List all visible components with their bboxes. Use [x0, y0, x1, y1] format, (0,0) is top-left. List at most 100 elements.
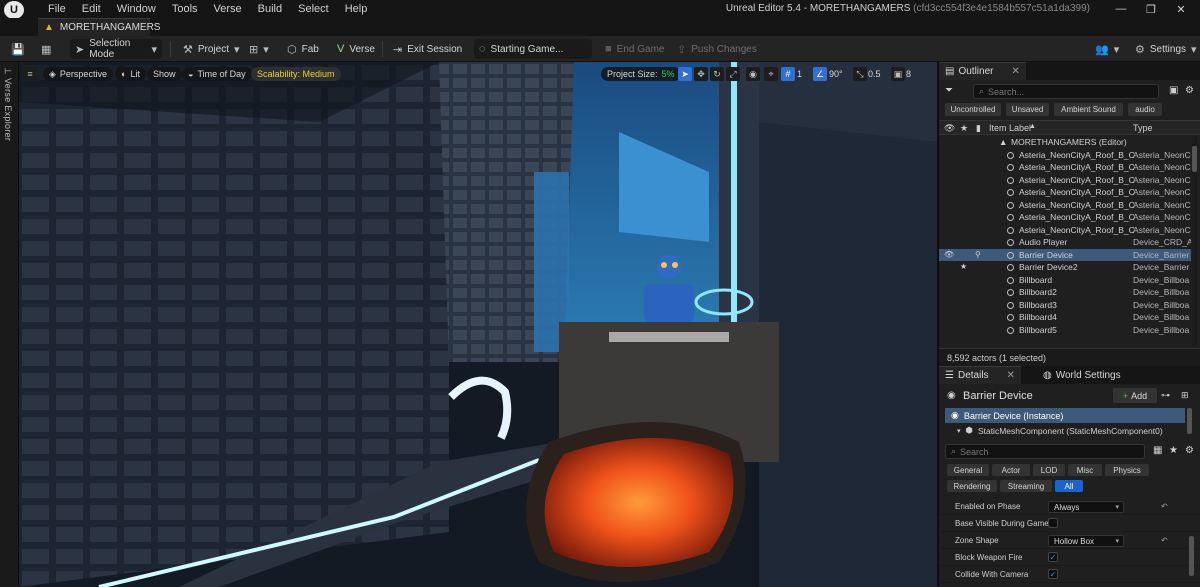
exit-session-button[interactable]: ⇥ Exit Session — [388, 39, 467, 59]
filter-general[interactable]: General — [947, 464, 989, 476]
filter-streaming[interactable]: Streaming — [1000, 480, 1052, 492]
add-content-button[interactable]: ⊞ ▾ — [244, 39, 274, 59]
collide-with-camera-checkbox[interactable]: ✓ — [1048, 569, 1058, 579]
list-item[interactable]: Asteria_NeonCityA_Roof_B_C Asteria_NeonC — [939, 211, 1191, 224]
outliner-search-input[interactable]: ⌕ Search... — [973, 84, 1159, 99]
lock-column-icon[interactable]: ▮ — [976, 123, 981, 134]
verse-explorer-tab[interactable]: Verse Explorer — [3, 78, 13, 141]
component-scrollbar[interactable] — [1187, 408, 1192, 434]
details-component-row[interactable]: ▾ ⬢ StaticMeshComponent (StaticMeshCompo… — [945, 424, 1185, 437]
menu-tools[interactable]: Tools — [164, 2, 206, 16]
camera-speed-value[interactable]: 8 — [904, 67, 913, 81]
project-size-indicator[interactable]: Project Size: 5% — [601, 67, 681, 81]
property-matrix-icon[interactable]: ▦ — [1153, 445, 1162, 456]
rotation-snap-icon[interactable]: ∠ — [813, 67, 827, 81]
rotation-snap-value[interactable]: 90° — [827, 67, 845, 81]
tab-level[interactable]: ▲ MORETHANGAMERS — [38, 18, 160, 36]
level-viewport[interactable]: ≡ ◈ Perspective ◐ Lit Show ◒ Time of Day… — [19, 62, 937, 587]
details-search-input[interactable]: ⌕ Search — [945, 444, 1145, 459]
visibility-column-icon[interactable]: 👁 — [944, 123, 955, 134]
folder-add-icon[interactable]: ▣ — [1169, 85, 1178, 96]
filter-ambient-sound[interactable]: Ambient Sound — [1054, 103, 1123, 116]
show-button[interactable]: Show — [147, 67, 182, 81]
type-column-header[interactable]: Type — [1133, 123, 1153, 133]
list-item[interactable]: Asteria_NeonCityA_Roof_B_C Asteria_NeonC — [939, 161, 1191, 174]
details-scrollbar[interactable] — [1189, 536, 1194, 576]
list-item[interactable]: Audio Player Device_CRD_A — [939, 236, 1191, 249]
menu-select[interactable]: Select — [290, 2, 337, 16]
list-item-selected[interactable]: 👁 ⚲ Barrier Device Device_Barrier — [939, 248, 1191, 262]
list-item[interactable]: Asteria_NeonCityA_Roof_B_C Asteria_NeonC — [939, 186, 1191, 199]
content-icon-button[interactable]: ▦ — [36, 39, 56, 59]
blueprint-icon[interactable]: ⊶ — [1161, 390, 1170, 401]
translate-tool-icon[interactable]: ✥ — [694, 67, 708, 81]
details-instance-row[interactable]: ◉ Barrier Device (Instance) — [945, 408, 1185, 423]
project-button[interactable]: ⚒ Project ▾ — [178, 39, 245, 59]
filter-lod[interactable]: LOD — [1033, 464, 1065, 476]
outliner-scrollbar[interactable] — [1192, 136, 1197, 346]
filter-audio[interactable]: audio — [1128, 103, 1162, 116]
list-item[interactable]: Asteria_NeonCityA_Roof_B_C Asteria_NeonC — [939, 224, 1191, 237]
grid-snap-icon[interactable]: # — [781, 67, 795, 81]
end-game-button[interactable]: ■ End Game — [600, 39, 669, 59]
base-visible-checkbox[interactable] — [1048, 518, 1058, 528]
verse-button[interactable]: V Verse — [332, 39, 380, 59]
perspective-button[interactable]: ◈ Perspective — [43, 67, 113, 81]
menu-verse[interactable]: Verse — [206, 2, 250, 16]
settings-button[interactable]: ⚙ Settings ▾ — [1130, 39, 1200, 59]
reset-to-default-icon[interactable]: ↶ — [1161, 498, 1168, 515]
filter-misc[interactable]: Misc — [1068, 464, 1102, 476]
coordinate-space-icon[interactable]: ◉ — [746, 67, 760, 81]
list-item[interactable]: ▲ MORETHANGAMERS (Editor) — [939, 136, 1191, 149]
scale-tool-icon[interactable]: ⤢ — [726, 67, 740, 81]
filter-all[interactable]: All — [1055, 480, 1083, 492]
close-icon[interactable]: ✕ — [1007, 370, 1015, 381]
list-item[interactable]: Asteria_NeonCityA_Roof_B_C Asteria_NeonC — [939, 174, 1191, 187]
block-weapon-fire-checkbox[interactable]: ✓ — [1048, 552, 1058, 562]
close-icon[interactable]: ✕ — [1011, 66, 1019, 77]
rotate-tool-icon[interactable]: ↻ — [710, 67, 724, 81]
scale-snap-value[interactable]: 0.5 — [866, 67, 883, 81]
grid-snap-value[interactable]: 1 — [795, 67, 804, 81]
select-tool-icon[interactable]: ➤ — [678, 67, 692, 81]
pin-column-icon[interactable]: ★ — [960, 123, 968, 134]
maximize-icon[interactable]: ❐ — [1136, 0, 1166, 18]
time-of-day-button[interactable]: ◒ Time of Day — [182, 67, 252, 81]
list-item[interactable]: ★ Barrier Device2 Device_Barrier — [939, 261, 1191, 274]
details-settings-icon[interactable]: ⚙ — [1185, 445, 1194, 456]
pin-icon[interactable]: ⚲ — [975, 249, 981, 262]
menu-help[interactable]: Help — [337, 2, 376, 16]
outliner-settings-icon[interactable]: ⚙ — [1185, 85, 1194, 96]
list-item[interactable]: Billboard3 Device_Billboa — [939, 299, 1191, 312]
zone-shape-dropdown[interactable]: Hollow Box ▾ — [1048, 535, 1124, 547]
tab-details[interactable]: ☰ Details ✕ — [939, 366, 1021, 384]
visibility-icon[interactable]: 👁 — [944, 249, 954, 262]
list-item[interactable]: Billboard5 Device_Billboa — [939, 324, 1191, 337]
list-item[interactable]: Asteria_NeonCityA_Roof_B_C Asteria_NeonC — [939, 149, 1191, 162]
menu-window[interactable]: Window — [109, 2, 164, 16]
star-icon[interactable]: ★ — [960, 261, 967, 274]
item-label-column-header[interactable]: Item Label — [989, 123, 1031, 133]
add-component-button[interactable]: + Add — [1113, 388, 1157, 403]
tab-world-settings[interactable]: ◍ World Settings — [1037, 366, 1127, 384]
push-changes-button[interactable]: ⇪ Push Changes — [672, 39, 762, 59]
scrollbar-thumb[interactable] — [1192, 146, 1197, 172]
camera-speed-icon[interactable]: ▣ — [891, 67, 905, 81]
surface-snap-icon[interactable]: ⌖ — [764, 67, 778, 81]
menu-file[interactable]: File — [40, 2, 74, 16]
component-menu-icon[interactable]: ⊞ — [1181, 390, 1189, 401]
filter-actor[interactable]: Actor — [992, 464, 1030, 476]
list-item[interactable]: Billboard2 Device_Billboa — [939, 286, 1191, 299]
users-button[interactable]: 👥 ▾ — [1090, 39, 1124, 59]
favorites-icon[interactable]: ★ — [1169, 445, 1178, 456]
list-item[interactable]: Billboard4 Device_Billboa — [939, 311, 1191, 324]
list-item[interactable]: Asteria_NeonCityA_Roof_B_C Asteria_NeonC — [939, 199, 1191, 212]
reset-to-default-icon[interactable]: ↶ — [1161, 532, 1168, 549]
selection-mode-button[interactable]: ➤ Selection Mode ▾ — [70, 38, 162, 60]
lit-button[interactable]: ◐ Lit — [115, 67, 146, 81]
actor-name[interactable]: Barrier Device — [963, 390, 1033, 402]
scale-snap-icon[interactable]: ⤡ — [853, 67, 867, 81]
close-icon[interactable]: ✕ — [1166, 0, 1196, 18]
minimize-icon[interactable]: — — [1106, 0, 1136, 18]
scalability-button[interactable]: Scalability: Medium — [251, 67, 341, 81]
